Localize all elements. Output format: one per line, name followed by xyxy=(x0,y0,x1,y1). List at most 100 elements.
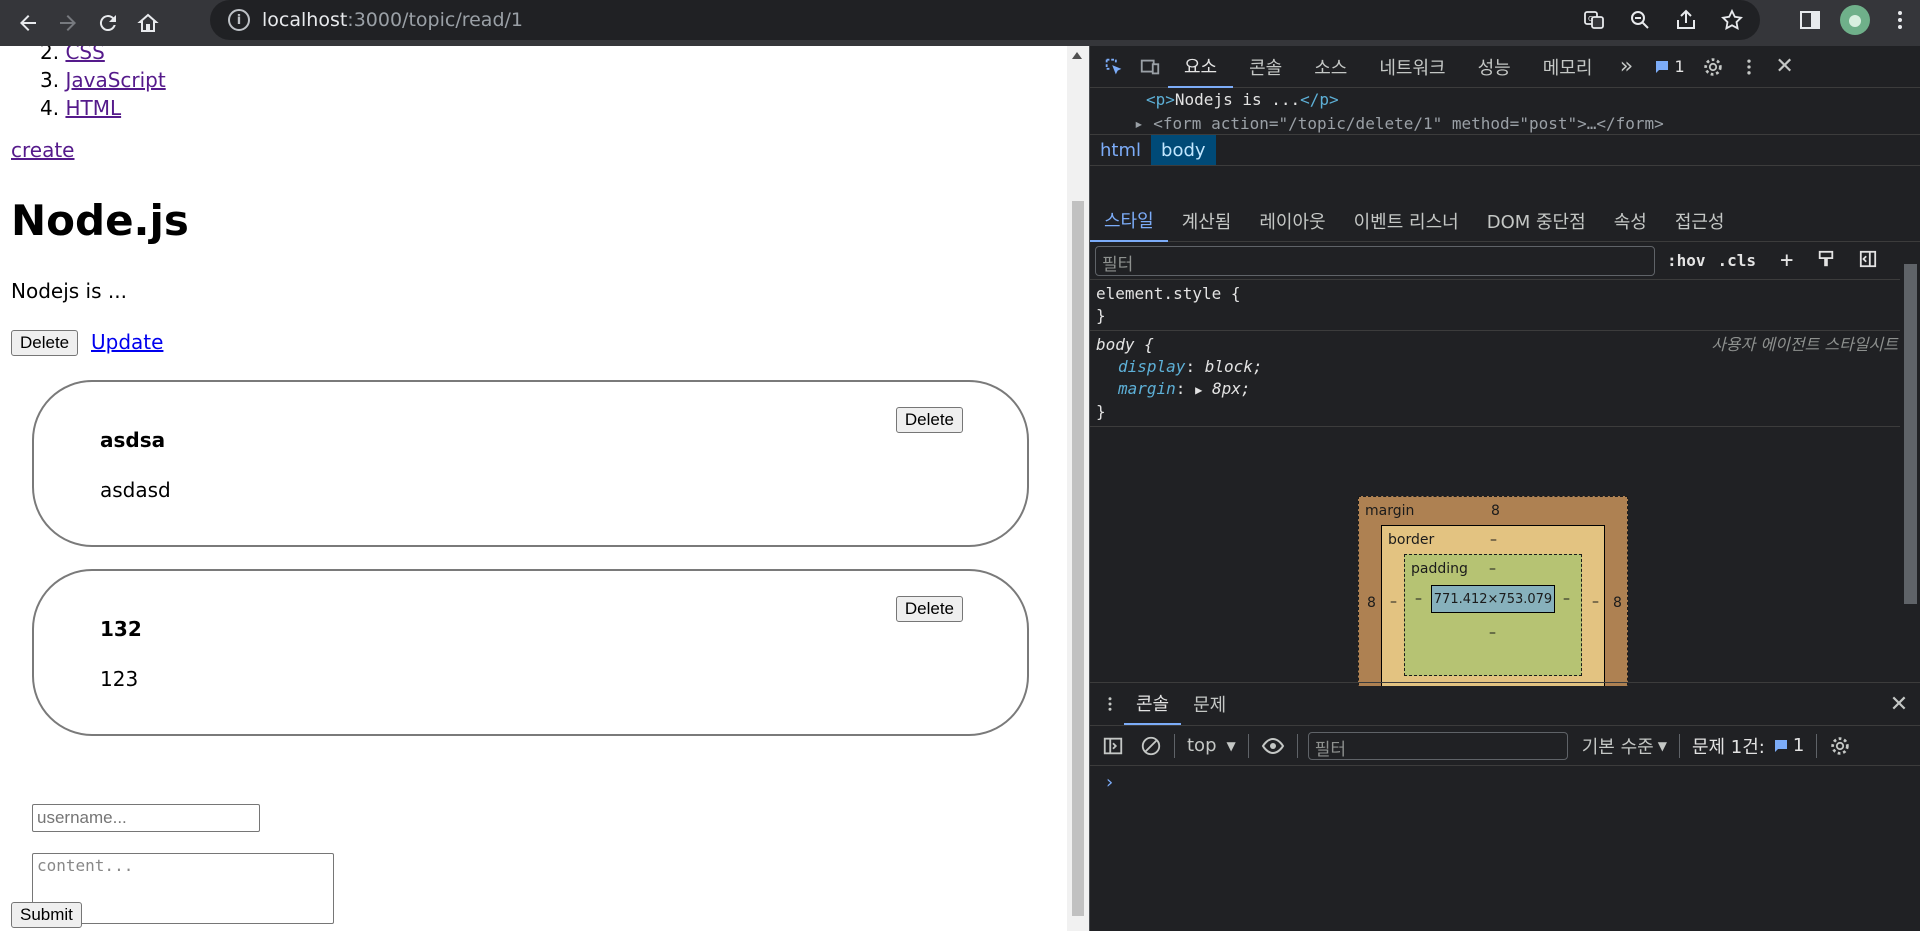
svg-text:G: G xyxy=(1588,15,1593,23)
styles-scrollbar[interactable] xyxy=(1900,242,1920,682)
breadcrumb-html[interactable]: html xyxy=(1090,135,1151,165)
toolbar-divider xyxy=(1174,733,1175,758)
tab-sources[interactable]: 소스 xyxy=(1298,46,1363,88)
log-level-value: 기본 수준 xyxy=(1581,736,1654,758)
bookmark-button[interactable] xyxy=(1712,0,1752,40)
devtools-menu-icon[interactable] xyxy=(1731,49,1767,85)
update-link[interactable]: Update xyxy=(91,330,163,354)
scroll-up-icon[interactable] xyxy=(1072,52,1082,59)
tab-computed[interactable]: 계산됨 xyxy=(1168,200,1246,242)
css-property-value: block; xyxy=(1204,357,1263,376)
sidebar-toggle-icon[interactable] xyxy=(1847,250,1889,272)
side-panel-button[interactable] xyxy=(1790,0,1830,40)
console-prompt[interactable]: › xyxy=(1106,772,1113,793)
box-model-border[interactable]: border – – – – padding – – – – 771.412×7… xyxy=(1381,525,1605,686)
hov-toggle[interactable]: :hov xyxy=(1655,251,1718,270)
tab-event-listeners[interactable]: 이벤트 리스너 xyxy=(1340,200,1473,242)
css-property[interactable]: margin: ▶ 8px; xyxy=(1096,378,1894,401)
delete-comment-button[interactable]: Delete xyxy=(895,596,963,622)
site-info-icon[interactable]: i xyxy=(228,9,250,31)
console-settings-icon[interactable] xyxy=(1821,735,1859,757)
drawer-tab-issues[interactable]: 문제 xyxy=(1181,683,1238,725)
star-icon xyxy=(1721,8,1743,30)
tab-console[interactable]: 콘솔 xyxy=(1233,46,1298,88)
submit-button[interactable]: Submit xyxy=(11,902,82,928)
home-icon xyxy=(137,13,159,32)
delete-comment-button[interactable]: Delete xyxy=(895,407,963,433)
browser-menu-button[interactable] xyxy=(1880,0,1920,40)
clear-console-icon[interactable] xyxy=(1132,735,1170,757)
inspect-element-icon[interactable] xyxy=(1096,49,1132,85)
live-expression-icon[interactable] xyxy=(1253,734,1293,758)
topic-link-javascript[interactable]: JavaScript xyxy=(65,68,165,92)
topic-link-css[interactable]: CSS xyxy=(65,46,104,64)
more-tabs-icon[interactable]: » xyxy=(1608,49,1644,85)
tab-elements[interactable]: 요소 xyxy=(1168,46,1234,88)
tab-accessibility[interactable]: 접근성 xyxy=(1661,200,1739,242)
close-devtools-icon[interactable]: ✕ xyxy=(1767,49,1803,85)
toolbar-divider xyxy=(1247,733,1249,758)
home-button[interactable] xyxy=(128,3,168,43)
tab-properties[interactable]: 속성 xyxy=(1600,200,1661,242)
device-toolbar-icon[interactable] xyxy=(1132,49,1168,85)
box-model-padding[interactable]: padding – – – – 771.412×753.079 xyxy=(1404,554,1582,676)
toolbar-divider xyxy=(1296,733,1298,758)
profile-avatar[interactable] xyxy=(1840,5,1870,35)
css-property-name: margin xyxy=(1118,379,1176,398)
new-rule-icon[interactable]: + xyxy=(1768,248,1805,273)
comment-card: asdsa asdasd Delete xyxy=(32,380,1029,547)
styles-subtab-bar: 스타일 계산됨 레이아웃 이벤트 리스너 DOM 중단점 속성 접근성 xyxy=(1090,200,1920,242)
back-button[interactable] xyxy=(8,3,48,43)
dropdown-arrow-icon: ▼ xyxy=(1226,738,1236,753)
zoom-button[interactable] xyxy=(1620,0,1660,40)
dom-node-form[interactable]: ▸ <form action="/topic/delete/1" method=… xyxy=(1134,114,1664,133)
address-bar[interactable]: i localhost:3000/topic/read/1 G xyxy=(210,0,1760,40)
dropdown-arrow-icon: ▼ xyxy=(1657,738,1667,753)
url-host: localhost xyxy=(262,9,348,31)
box-model-margin[interactable]: margin 8 8 8 border – – – – padding – – … xyxy=(1358,496,1628,686)
body-style-rule[interactable]: body { 사용자 에이전트 스타일시트 display: block; ma… xyxy=(1090,331,1900,427)
delete-topic-button[interactable]: Delete xyxy=(11,330,79,356)
tab-styles[interactable]: 스타일 xyxy=(1090,200,1168,242)
issues-counter[interactable]: 문제 1건: 1 xyxy=(1684,733,1812,759)
create-link[interactable]: create xyxy=(11,138,75,162)
tab-dom-breakpoints[interactable]: DOM 중단점 xyxy=(1473,200,1600,242)
drawer-menu-icon[interactable] xyxy=(1096,686,1124,722)
tab-network[interactable]: 네트워크 xyxy=(1363,46,1461,88)
border-top-value: – xyxy=(1490,532,1497,548)
topic-link-html[interactable]: HTML xyxy=(65,96,121,120)
tab-layout[interactable]: 레이아웃 xyxy=(1245,200,1339,242)
expand-triangle-icon[interactable]: ▶ xyxy=(1195,383,1202,397)
cls-toggle[interactable]: .cls xyxy=(1718,251,1769,270)
scrollbar-thumb[interactable] xyxy=(1072,201,1084,916)
console-sidebar-icon[interactable] xyxy=(1094,735,1132,757)
styles-scrollbar-thumb[interactable] xyxy=(1904,264,1917,604)
reload-button[interactable] xyxy=(88,3,128,43)
close-drawer-icon[interactable]: ✕ xyxy=(1881,686,1917,722)
log-level-dropdown[interactable]: 기본 수준 ▼ xyxy=(1574,733,1675,759)
console-filter-input[interactable]: 필터 xyxy=(1307,731,1568,760)
share-button[interactable] xyxy=(1666,0,1706,40)
drawer-tab-console[interactable]: 콘솔 xyxy=(1124,683,1182,725)
css-property[interactable]: display: block; xyxy=(1096,356,1894,378)
paint-brush-icon[interactable] xyxy=(1805,250,1847,272)
browser-toolbar: i localhost:3000/topic/read/1 G xyxy=(0,0,1920,46)
settings-icon[interactable] xyxy=(1695,49,1731,85)
forward-button[interactable] xyxy=(48,3,88,43)
margin-top-value: 8 xyxy=(1491,503,1500,519)
context-selector[interactable]: top ▼ xyxy=(1179,735,1244,756)
message-icon xyxy=(1656,60,1669,73)
issues-badge[interactable]: 1 xyxy=(1644,57,1694,76)
tab-performance[interactable]: 성능 xyxy=(1462,46,1527,88)
username-input[interactable]: username... xyxy=(32,804,260,832)
breadcrumb-body[interactable]: body xyxy=(1151,135,1216,165)
dom-node-p[interactable]: <p>Nodejs is ...</p> xyxy=(1146,90,1339,109)
translate-button[interactable]: G xyxy=(1574,0,1614,40)
styles-filter-input[interactable]: 필터 xyxy=(1095,245,1655,276)
element-style-rule[interactable]: element.style { } xyxy=(1090,280,1900,331)
page-scrollbar[interactable] xyxy=(1067,46,1089,931)
tab-memory[interactable]: 메모리 xyxy=(1527,46,1609,88)
box-model-content-size[interactable]: 771.412×753.079 xyxy=(1431,585,1555,613)
list-number: 4. xyxy=(40,96,60,120)
issues-badge-count: 1 xyxy=(1674,57,1685,76)
